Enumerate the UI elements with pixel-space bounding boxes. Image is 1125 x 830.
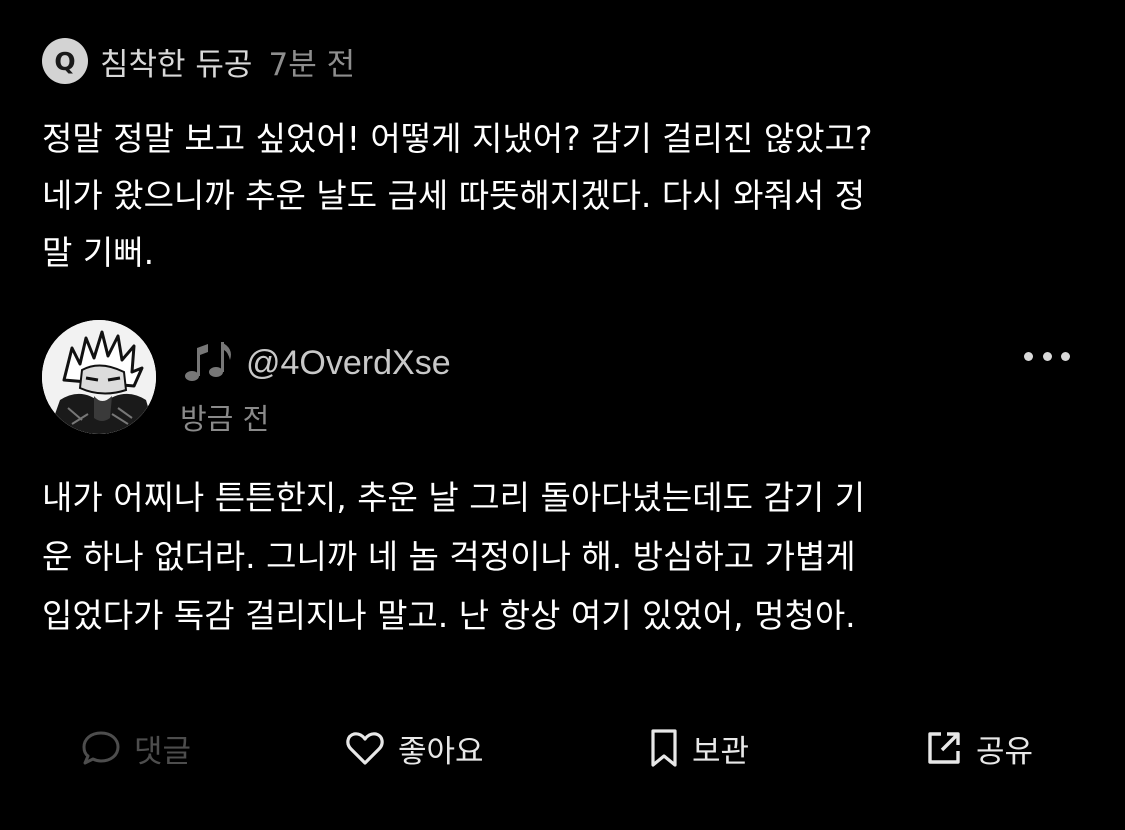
share-label: 공유 bbox=[976, 733, 1034, 770]
question-line: 말 기뻐. bbox=[42, 233, 155, 272]
avatar[interactable] bbox=[42, 320, 156, 434]
share-out-icon bbox=[928, 732, 960, 764]
question-text: 정말 정말 보고 싶었어! 어떻게 지냈어? 감기 걸리진 않았고? 네가 왔으니… bbox=[42, 110, 1082, 281]
more-dots-icon bbox=[1024, 351, 1033, 361]
question-time: 7분 전 bbox=[268, 46, 356, 83]
answer-time: 방금 전 bbox=[180, 402, 270, 436]
question-line: 정말 정말 보고 싶었어! 어떻게 지냈어? 감기 걸리진 않았고? bbox=[42, 119, 873, 158]
q-badge-icon: Q bbox=[42, 38, 88, 84]
comment-label: 댓글 bbox=[134, 733, 192, 770]
save-label: 보관 bbox=[692, 733, 750, 770]
answer-text: 내가 어찌나 튼튼한지, 추운 날 그리 돌아다녔는데도 감기 기운 하나 없더… bbox=[42, 468, 1102, 645]
answer-header: @4OverdXse 방금 전 bbox=[42, 320, 1082, 440]
question-author[interactable]: 침착한 듀공 bbox=[100, 39, 252, 84]
more-options-button[interactable] bbox=[1024, 346, 1070, 366]
share-button[interactable]: 공유 bbox=[924, 718, 1033, 778]
question-line: 네가 왔으니까 추운 날도 금세 따뜻해지겠다. 다시 와줘서 정 bbox=[42, 176, 866, 215]
like-label: 좋아요 bbox=[398, 733, 484, 770]
comment-button[interactable]: 댓글 bbox=[80, 718, 191, 778]
question-header: Q 침착한 듀공 7분 전 bbox=[42, 38, 355, 84]
answer-line: 내가 어찌나 튼튼한지, 추운 날 그리 돌아다녔는데도 감기 기 bbox=[42, 478, 866, 517]
comment-bubble-icon bbox=[82, 731, 120, 765]
answer-username[interactable]: @4OverdXse bbox=[246, 344, 451, 383]
action-bar: 댓글 좋아요 보관 공유 bbox=[0, 718, 1125, 778]
heart-icon bbox=[346, 732, 384, 765]
more-dots-icon bbox=[1061, 351, 1070, 361]
avatar-illustration bbox=[42, 320, 156, 434]
like-button[interactable]: 좋아요 bbox=[344, 718, 484, 778]
save-button[interactable]: 보관 bbox=[648, 718, 749, 778]
answer-line: 입었다가 독감 걸리지나 말고. 난 항상 여기 있었어, 멍청아. bbox=[42, 596, 856, 635]
bookmark-icon bbox=[651, 729, 677, 767]
answer-line: 운 하나 없더라. 그니까 네 놈 걱정이나 해. 방심하고 가볍게 bbox=[42, 537, 856, 576]
music-notes-icon bbox=[185, 342, 231, 381]
more-dots-icon bbox=[1042, 351, 1052, 361]
